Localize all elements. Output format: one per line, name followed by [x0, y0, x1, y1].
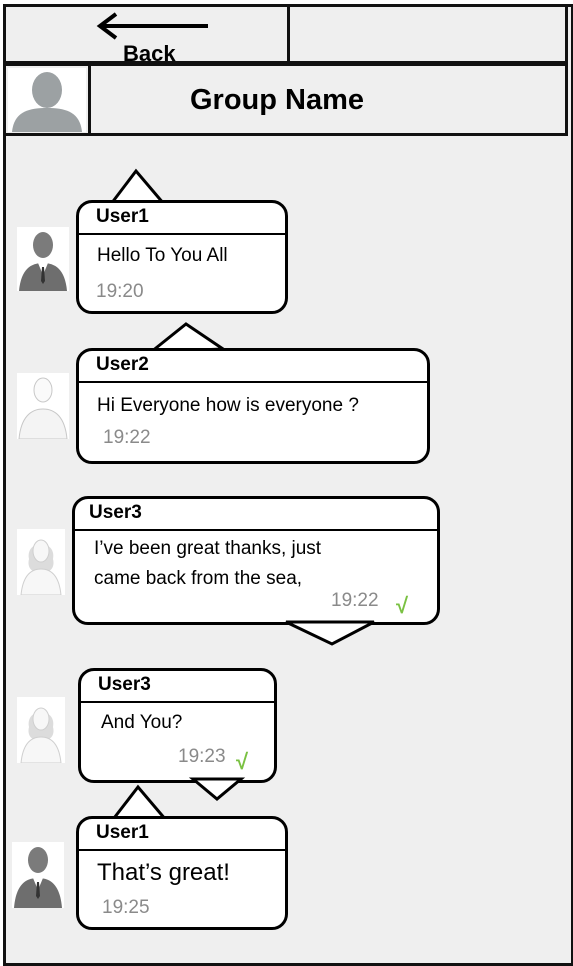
message-bubble[interactable]: User3 I’ve been great thanks, just came …	[72, 496, 440, 625]
group-name: Group Name	[190, 84, 365, 116]
man-suit-icon	[17, 227, 69, 296]
message-text-line: I’ve been great thanks, just	[94, 538, 322, 559]
message-time: 19:25	[102, 897, 150, 918]
message-text: And You?	[101, 712, 183, 733]
group-header: Group Name	[3, 63, 568, 136]
young-man-icon	[17, 373, 69, 444]
read-check-icon: √	[396, 593, 409, 618]
message-author: User3	[89, 502, 142, 523]
message-author: User3	[98, 674, 151, 695]
message-text: Hello To You All	[97, 245, 228, 266]
woman-icon	[17, 529, 65, 600]
group-header-divider	[88, 66, 91, 133]
message-bubble[interactable]: User3 And You? 19:23 √	[78, 668, 277, 783]
message-time: 19:22	[103, 427, 151, 448]
bubble-tail	[107, 168, 168, 206]
message-bubble[interactable]: User1 That’s great! 19:25	[76, 816, 288, 930]
man-suit-icon	[12, 842, 64, 913]
message-text: Hi Everyone how is everyone ?	[97, 395, 359, 416]
message-author: User1	[96, 822, 149, 843]
back-arrow-icon	[96, 12, 208, 40]
message-bubble[interactable]: User2 Hi Everyone how is everyone ? 19:2…	[76, 348, 430, 464]
message-time: 19:23	[178, 746, 226, 767]
message-text-line: came back from the sea,	[94, 568, 303, 589]
top-bar-divider	[287, 7, 290, 61]
message-author: User2	[96, 354, 149, 375]
message-time: 19:22	[331, 590, 379, 611]
bubble-divider	[79, 849, 285, 851]
top-bar: Back	[3, 4, 568, 66]
bubble-divider	[81, 701, 274, 703]
message-time: 19:20	[96, 281, 144, 302]
read-check-icon: √	[236, 749, 249, 774]
back-button[interactable]: Back	[88, 9, 218, 66]
message-text: That’s great!	[97, 859, 230, 886]
bubble-divider	[75, 529, 437, 531]
woman-icon	[17, 697, 65, 768]
bubble-divider	[79, 381, 427, 383]
bubble-tail	[188, 777, 246, 801]
bubble-divider	[79, 233, 285, 235]
chat-area: User1 Hello To You All 19:20 User2 Hi Ev…	[6, 136, 565, 957]
user-silhouette-icon[interactable]	[8, 68, 86, 132]
bubble-tail	[285, 620, 375, 646]
message-author: User1	[96, 206, 149, 227]
message-bubble[interactable]: User1 Hello To You All 19:20	[76, 200, 288, 314]
